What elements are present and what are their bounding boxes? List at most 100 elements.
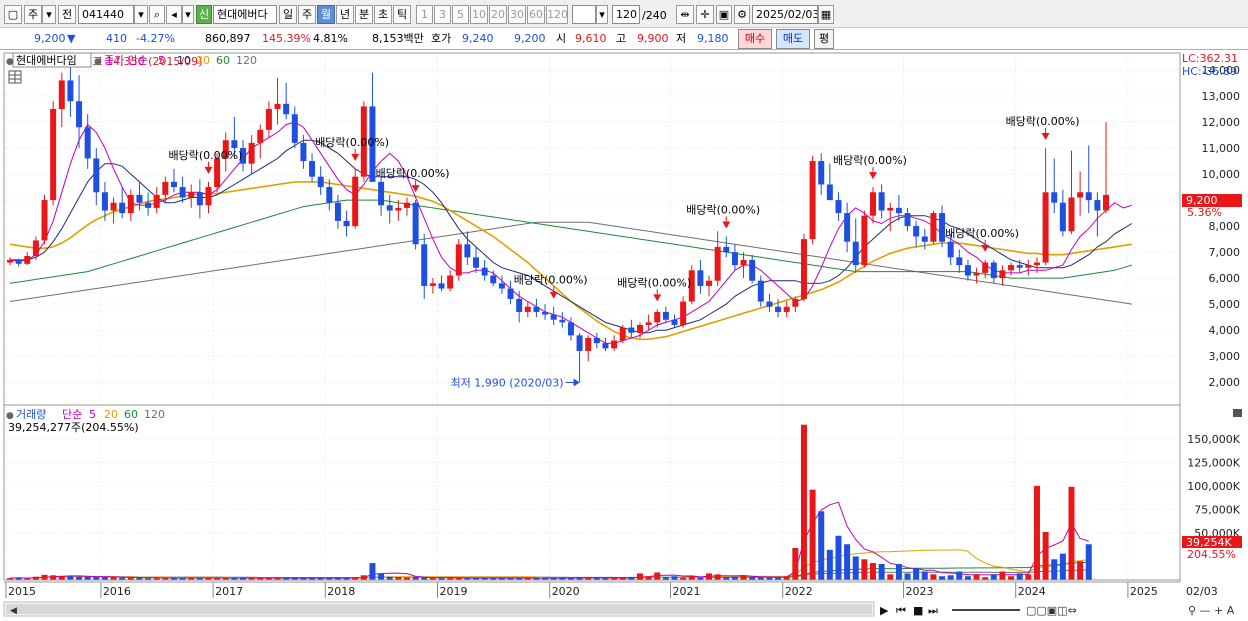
stock-name-field[interactable]: 현대에버다 [213,5,277,24]
volume-bar [671,576,678,580]
volume-legend-name[interactable]: 거래량 [16,408,46,421]
period-tab-2[interactable]: 월 [317,5,335,24]
scroll-right-icon[interactable]: ▶ [880,604,889,617]
chart-type-dropdown[interactable]: ▾ [42,5,56,24]
period-tab-6[interactable]: 틱 [393,5,411,24]
volume-bar [999,571,1006,580]
dividend-label: 배당락(0.00%) [617,276,691,289]
candle-body [585,337,592,351]
extra-dropdown[interactable]: ▾ [596,5,608,24]
zoom-icon: ⇹ [680,8,690,21]
first-page-icon[interactable]: ⏮ [896,604,906,617]
volume-bar [930,574,937,580]
quote-bar: 9,200 ▼ 410 -4.27% 860,897 145.39% 4.81%… [0,28,1248,50]
candle-body [1059,202,1066,232]
credit-badge[interactable]: 신 [196,5,212,24]
candle-body [861,215,868,266]
period-tab-3[interactable]: 년 [336,5,354,24]
floppy-icon: ▣ [718,8,730,21]
price-legend-ma[interactable]: 종가 단순 [104,54,148,67]
candle-body [887,207,894,211]
date-input[interactable]: 2025/02/03 [752,5,818,24]
candle-body [939,213,946,242]
price-tick-label: 13,000 [1202,90,1241,103]
volume-bar [1025,574,1032,580]
interval-button-10[interactable]: 10 [470,5,488,24]
volume-bar [878,564,885,580]
price-tick-label: 12,000 [1202,116,1241,129]
volume-ratio: 145.39% [262,32,311,45]
search-button[interactable]: ⌕ [149,5,165,24]
save-button[interactable]: ▣ [716,5,732,24]
candle-body [127,194,134,214]
vol-legend-ma60: 60 [124,408,138,421]
prev-button[interactable]: 전 [58,5,76,24]
candle-body [723,246,730,253]
chart-type-select[interactable]: 주 [24,5,42,24]
dividend-label: 배당락(0.00%) [1006,115,1080,128]
dividend-label: 배당락(0.00%) [686,204,760,217]
price-tick-label: 11,000 [1202,142,1241,155]
volume-bar [1085,544,1092,580]
candle-body [41,200,48,241]
zoom-controls[interactable]: ⚲ — + A [1188,604,1235,617]
extra-input[interactable] [572,5,596,24]
candle-body [326,187,333,203]
interval-button-20[interactable]: 20 [489,5,507,24]
candle-body [507,288,514,299]
tool-icons[interactable]: ▢▢▣◫⇔ [1026,604,1077,617]
stock-code-input[interactable]: 041440 [78,5,134,24]
candle-body [680,301,687,325]
candle-body [1016,265,1023,268]
dividend-label: 배당락(0.00%) [833,154,907,167]
volume-legend-ma[interactable]: 단순 [62,408,82,421]
scroll-left-icon[interactable]: ◀ [10,606,17,616]
candle-body [110,202,117,211]
count-input[interactable]: 120 [612,5,640,24]
interval-button-120[interactable]: 120 [546,5,568,24]
speaker-dropdown[interactable]: ▾ [182,5,194,24]
zoom-button[interactable]: ⇹ [676,5,694,24]
last-page-icon[interactable]: ⏭ [928,604,938,617]
candle-body [982,262,989,273]
period-tab-5[interactable]: 초 [374,5,392,24]
window-menu-button[interactable]: ▢ [4,5,22,24]
sell-button[interactable]: 매도 [776,29,810,49]
legend-ma5: 5 [158,54,165,67]
volume-tick-label: 125,000K [1187,456,1240,469]
candle-body [1068,197,1075,232]
period-tab-0[interactable]: 일 [279,5,297,24]
scrollbar-thumb[interactable] [6,604,872,614]
candle-body [205,187,212,206]
volume-bar [1059,553,1066,580]
candle-body [593,337,600,344]
interval-button-1[interactable]: 1 [416,5,433,24]
candle-body [636,324,643,333]
volume-bar [887,574,894,580]
year-label: 2016 [103,585,131,598]
hc-label: HC:-35.89 [1182,65,1237,78]
avg-button[interactable]: 평 [814,29,834,49]
interval-button-5[interactable]: 5 [452,5,469,24]
buy-button[interactable]: 매수 [738,29,772,49]
volume-bar [939,576,946,580]
speaker-button[interactable]: ◂ [166,5,182,24]
period-tab-1[interactable]: 주 [298,5,316,24]
interval-button-60[interactable]: 60 [527,5,545,24]
crosshair-button[interactable]: ✛ [696,5,714,24]
stop-icon[interactable]: ■ [913,604,923,617]
panel-close-icon[interactable] [1233,409,1242,417]
candle-body [990,262,997,279]
interval-button-3[interactable]: 3 [434,5,451,24]
volume-bar [1068,486,1075,580]
price-legend-name[interactable]: 현대에버다임 [16,54,77,67]
stock-chart[interactable]: 배당락(0.00%) 배당락(0.00%) 배당락(0.00%) 배당락(0.00%)… [0,50,1248,621]
period-tab-4[interactable]: 분 [355,5,373,24]
volume-bar [706,573,713,580]
settings-button[interactable]: ⚙ [734,5,750,24]
interval-button-30[interactable]: 30 [508,5,526,24]
calendar-button[interactable]: ▦ [818,5,834,24]
candle-body [386,205,393,211]
candle-body [429,283,436,286]
stock-code-dropdown[interactable]: ▾ [134,5,148,24]
